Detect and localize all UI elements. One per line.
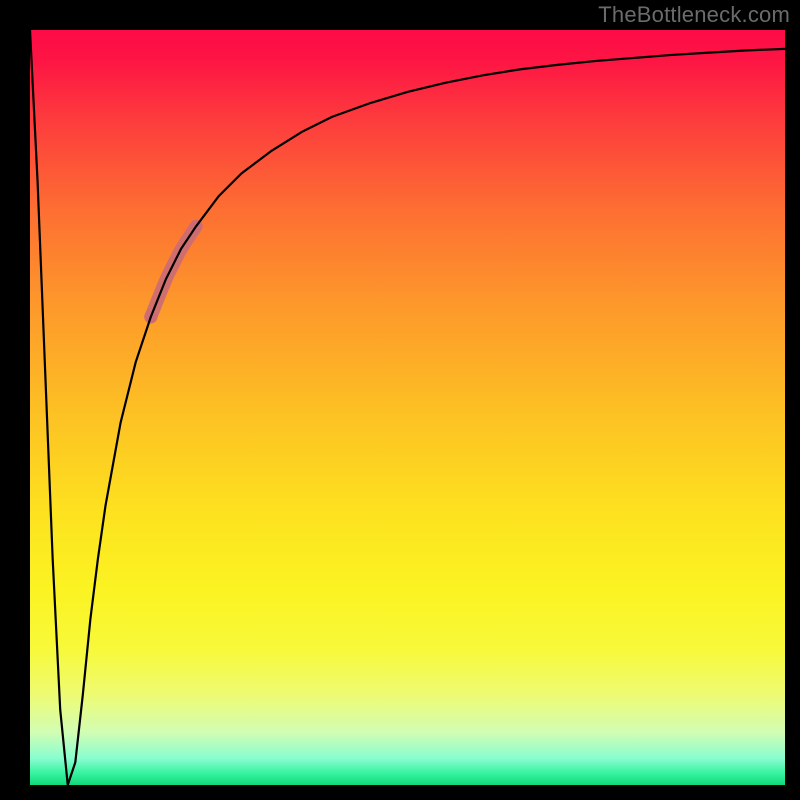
bottleneck-curve bbox=[30, 30, 785, 785]
watermark-text: TheBottleneck.com bbox=[598, 2, 790, 28]
chart-frame: TheBottleneck.com bbox=[0, 0, 800, 800]
highlight-segment bbox=[151, 226, 196, 317]
plot-area bbox=[30, 30, 785, 785]
curve-svg bbox=[30, 30, 785, 785]
